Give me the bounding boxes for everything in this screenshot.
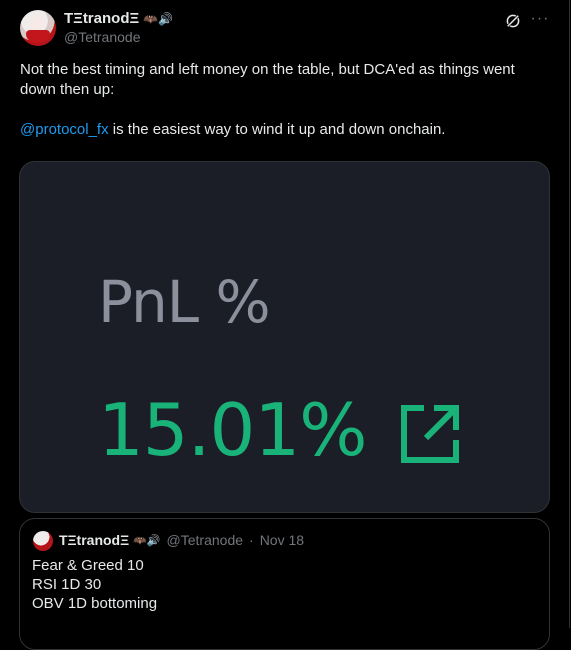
tweet-line-2-text: is the easiest way to wind it up and dow… (108, 121, 446, 138)
author-handle[interactable]: @Tetranode (64, 29, 140, 45)
avatar[interactable] (20, 10, 56, 46)
bat-speaker-badge-icon: 🦇🔊 (143, 11, 174, 26)
grok-icon[interactable] (504, 12, 522, 30)
avatar-face (30, 16, 44, 30)
quoted-line: RSI 1D 30 (32, 576, 102, 593)
quoted-line: Fear & Greed 10 (32, 557, 144, 574)
quoted-separator: · (249, 532, 254, 548)
quoted-text: Fear & Greed 10 RSI 1D 30 OBV 1D bottomi… (32, 556, 157, 613)
tweet-header: TΞtranodΞ 🦇🔊 @Tetranode ··· (20, 10, 550, 50)
pnl-label: PnL % (98, 268, 271, 336)
pnl-value: 15.01% (98, 388, 368, 472)
avatar-hair (26, 30, 50, 42)
more-icon[interactable]: ··· (530, 10, 550, 30)
tweet-line-2: @protocol_fx is the easiest way to wind … (20, 120, 540, 140)
quoted-date: Nov 18 (259, 532, 305, 548)
column-divider (569, 0, 570, 628)
quoted-tweet[interactable]: TΞtranodΞ 🦇🔊 @Tetranode · Nov 18 Fear & … (19, 518, 550, 650)
external-link-icon (401, 405, 459, 463)
author-name-row[interactable]: TΞtranodΞ 🦇🔊 (64, 10, 173, 27)
quoted-avatar (33, 531, 53, 551)
quoted-header: TΞtranodΞ 🦇🔊 @Tetranode · Nov 18 (59, 532, 304, 548)
tweet-line-1: Not the best timing and left money on th… (20, 61, 515, 98)
mention-link[interactable]: @protocol_fx (20, 121, 109, 138)
quoted-line: OBV 1D bottoming (32, 595, 158, 612)
quoted-display-name: TΞtranodΞ (59, 532, 130, 548)
quoted-handle: @Tetranode (166, 532, 244, 548)
quoted-bat-speaker-badge-icon: 🦇🔊 (133, 534, 161, 547)
author-display-name[interactable]: TΞtranodΞ (64, 10, 139, 27)
tweet-media-image[interactable]: PnL % 15.01% (19, 161, 550, 513)
tweet-text: Not the best timing and left money on th… (20, 60, 540, 140)
